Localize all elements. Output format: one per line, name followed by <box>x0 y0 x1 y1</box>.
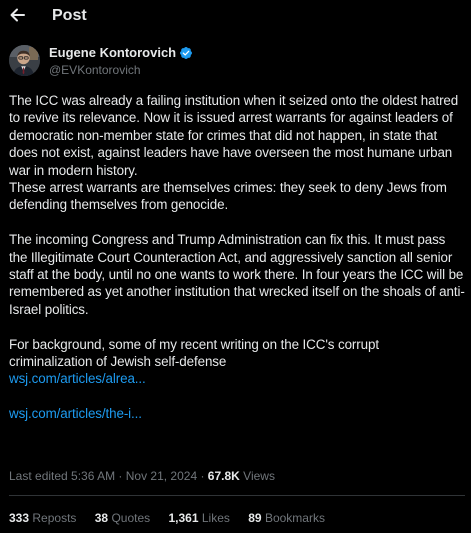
post-page: Post Eugene Kontorovich @EVKontorovich T… <box>0 0 471 533</box>
post-paragraph: The ICC was already a failing institutio… <box>9 93 459 178</box>
engagement-stats: 333 Reposts 38 Quotes 1,361 Likes 89 Boo… <box>9 510 340 526</box>
post-paragraph: These arrest warrants are themselves cri… <box>9 180 447 213</box>
post-paragraph: For background, some of my recent writin… <box>9 336 379 370</box>
avatar[interactable] <box>9 45 40 76</box>
views-count: 67.8K <box>207 469 240 483</box>
divider <box>9 495 465 496</box>
back-button[interactable] <box>8 4 28 26</box>
likes-label: Likes <box>201 511 230 525</box>
reposts-count: 333 <box>9 511 30 525</box>
author-name[interactable]: Eugene Kontorovich <box>49 44 176 61</box>
author-name-row: Eugene Kontorovich <box>49 44 193 61</box>
views-label: Views <box>243 469 275 483</box>
article-link[interactable]: wsj.com/articles/alrea... <box>9 371 146 386</box>
bookmarks-label: Bookmarks <box>264 511 325 525</box>
article-link[interactable]: wsj.com/articles/the-i... <box>9 406 142 421</box>
reposts-label: Reposts <box>32 511 77 525</box>
top-bar: Post <box>0 0 471 32</box>
bookmarks-stat[interactable]: 89 Bookmarks <box>248 511 325 525</box>
quotes-stat[interactable]: 38 Quotes <box>95 511 150 525</box>
author-block: Eugene Kontorovich @EVKontorovich <box>49 44 193 78</box>
bookmarks-count: 89 <box>248 511 262 525</box>
author-handle[interactable]: @EVKontorovich <box>49 62 193 78</box>
post-meta: Last edited 5:36 AM · Nov 21, 2024 · 67.… <box>9 468 275 484</box>
page-title: Post <box>52 7 87 24</box>
quotes-count: 38 <box>94 511 109 525</box>
arrow-left-icon <box>10 8 25 22</box>
reposts-stat[interactable]: 333 Reposts <box>9 511 76 525</box>
profile-photo <box>9 45 40 76</box>
likes-stat[interactable]: 1,361 Likes <box>169 511 230 525</box>
edited-timestamp[interactable]: Last edited 5:36 AM · Nov 21, 2024 · <box>9 469 204 483</box>
post-paragraph: The incoming Congress and Trump Administ… <box>9 232 465 317</box>
post-body: The ICC was already a failing institutio… <box>9 92 465 423</box>
verified-badge-icon[interactable] <box>179 46 193 60</box>
likes-count: 1,361 <box>168 511 199 525</box>
quotes-label: Quotes <box>111 511 151 525</box>
